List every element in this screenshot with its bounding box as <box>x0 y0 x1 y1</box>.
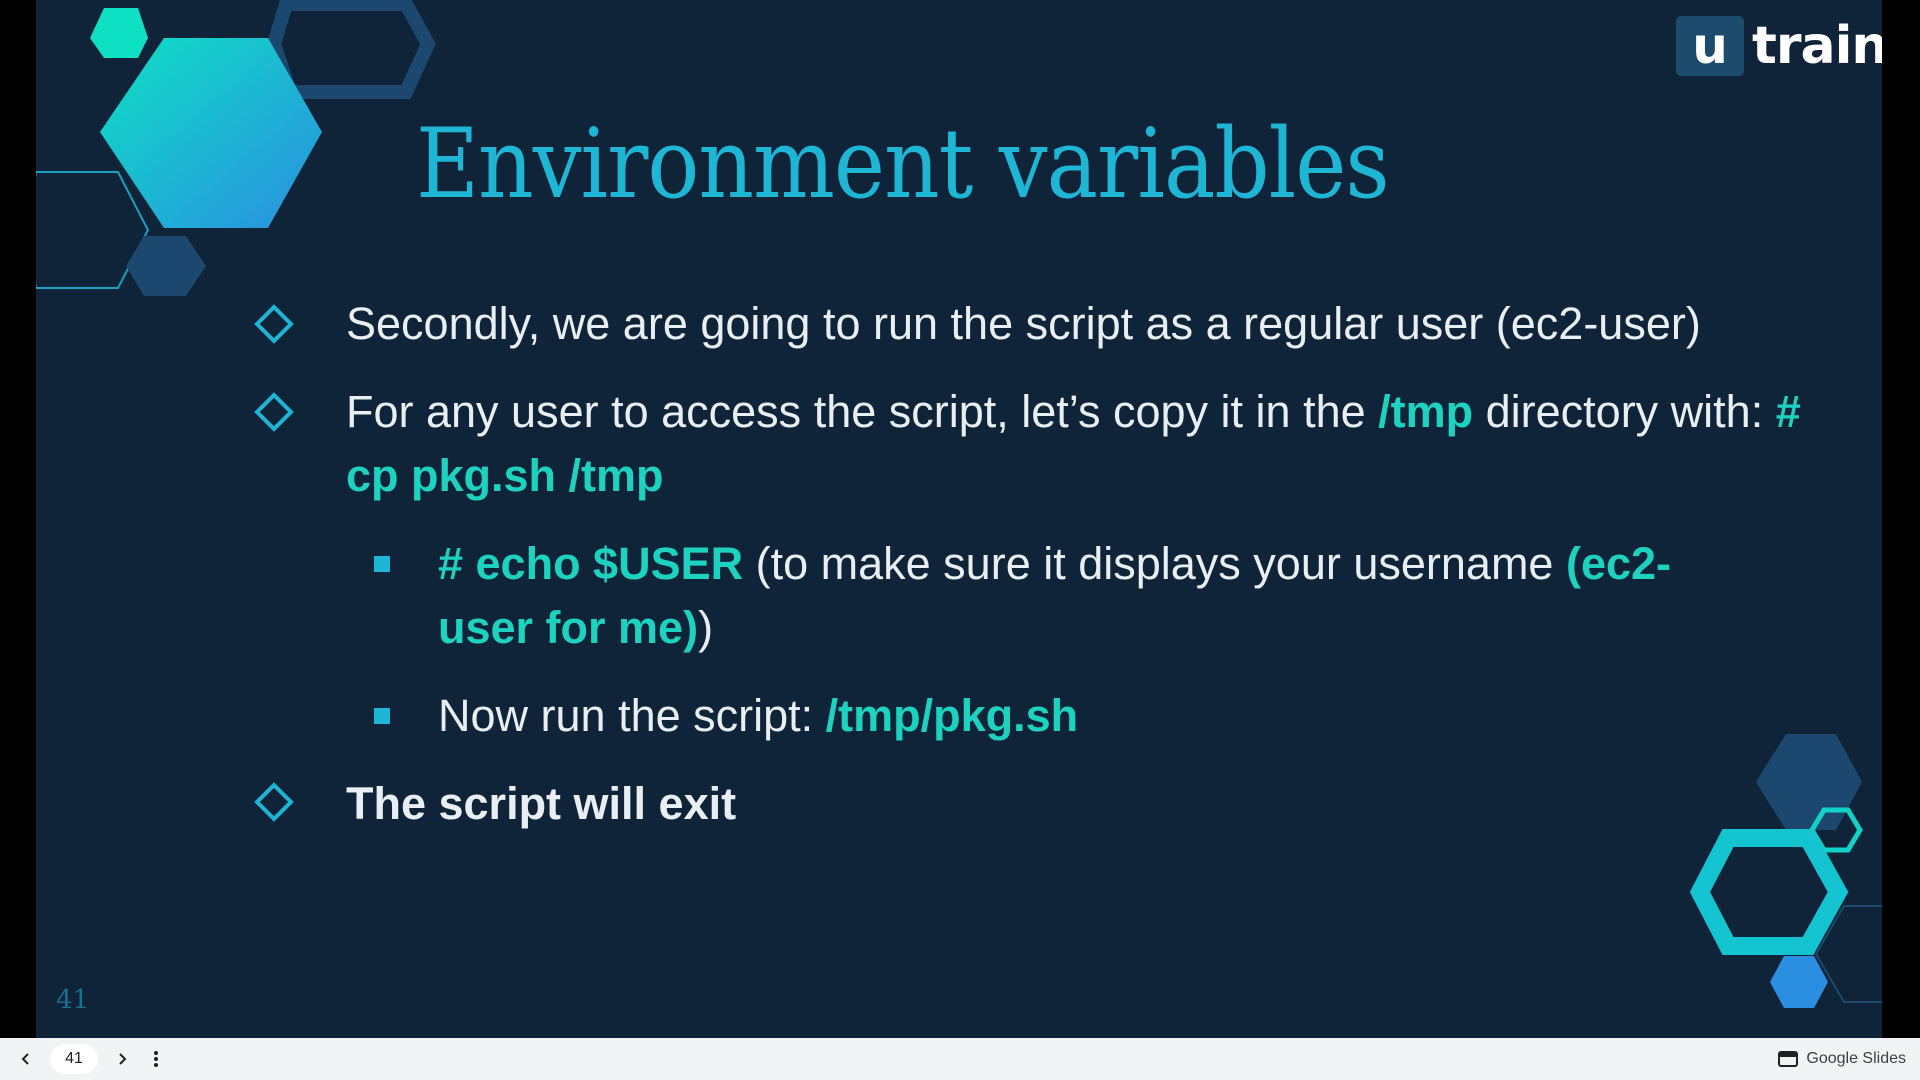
logo-word: train <box>1752 16 1882 76</box>
sub-bullet-1: # echo $USER (to make sure it displays y… <box>438 532 1738 660</box>
utrain-logo: u train <box>1676 16 1882 76</box>
slide-title: Environment variables <box>416 108 1390 220</box>
sub-bullet-1-command: # echo $USER <box>438 538 744 589</box>
diamond-bullet-icon <box>254 304 294 344</box>
bullet-2-text-mid: directory with: <box>1473 386 1776 437</box>
square-bullet-icon <box>374 556 390 572</box>
google-slides-link[interactable]: Google Slides <box>1778 1038 1906 1080</box>
more-vert-icon <box>154 1051 158 1067</box>
square-bullet-icon <box>374 708 390 724</box>
sub-bullet-2: Now run the script: /tmp/pkg.sh <box>438 684 1738 748</box>
logo-mark: u <box>1676 16 1744 76</box>
bullet-2-highlight-tmp: /tmp <box>1378 386 1474 437</box>
chevron-left-icon <box>21 1053 29 1065</box>
hexagon-small-teal <box>90 8 148 58</box>
slide: u train Environment variables Secondly, … <box>36 0 1882 1038</box>
sub-bullet-1-close: ) <box>698 602 714 653</box>
hexagon-outline-teal <box>1689 829 1849 955</box>
bullet-2: For any user to access the script, let’s… <box>346 380 1846 508</box>
slide-page-number: 41 <box>56 985 90 1015</box>
bullet-1: Secondly, we are going to run the script… <box>346 292 1846 356</box>
more-options-button[interactable] <box>142 1045 170 1073</box>
next-slide-button[interactable] <box>108 1045 136 1073</box>
diamond-bullet-icon <box>254 782 294 822</box>
google-slides-label: Google Slides <box>1806 1050 1906 1067</box>
previous-slide-button[interactable] <box>12 1045 40 1073</box>
sub-bullet-2-text: Now run the script: <box>438 690 826 741</box>
hexagon-small-dark <box>126 236 206 296</box>
bullet-3: The script will exit <box>346 772 1846 836</box>
bullet-2-text: For any user to access the script, let’s… <box>346 386 1379 437</box>
sub-bullet-1-text: (to make sure it displays your username <box>743 538 1566 589</box>
viewer-toolbar: Google Slides <box>0 1038 1920 1080</box>
hexagon-outline-top <box>266 0 436 99</box>
hexagon-decoration-bottom-right <box>1689 734 1882 1008</box>
bullet-3-text: The script will exit <box>346 778 737 829</box>
hexagon-decoration-top-left <box>36 0 436 296</box>
diamond-bullet-icon <box>254 392 294 432</box>
chevron-right-icon <box>119 1053 127 1065</box>
bullet-1-text: Secondly, we are going to run the script… <box>346 298 1701 349</box>
hexagon-blue-small <box>1770 956 1828 1008</box>
page-number-input[interactable] <box>50 1044 98 1074</box>
slides-icon <box>1778 1051 1799 1067</box>
slides-viewer: u train Environment variables Secondly, … <box>0 0 1920 1080</box>
sub-bullet-2-command: /tmp/pkg.sh <box>825 690 1079 741</box>
